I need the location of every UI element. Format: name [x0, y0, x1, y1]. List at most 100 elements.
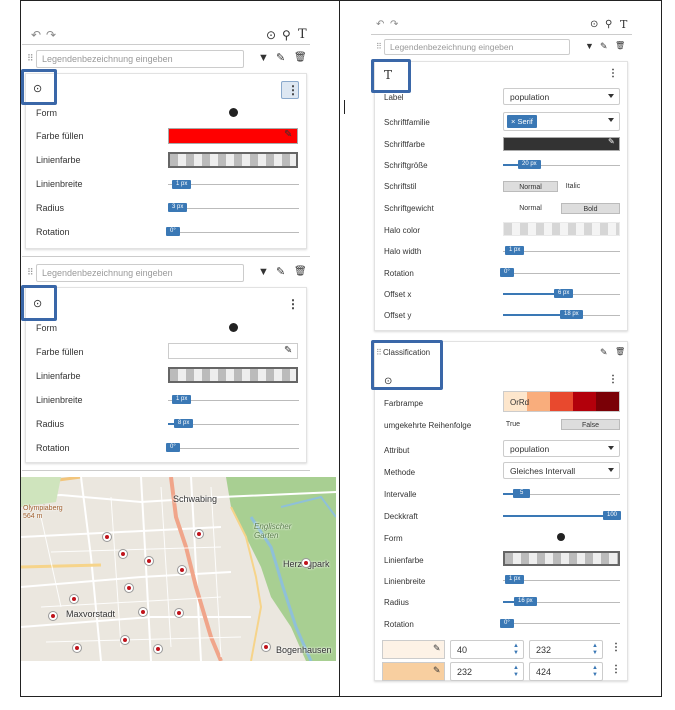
font-weight-bold[interactable]: Bold: [561, 203, 620, 214]
kebab-icon[interactable]: ⋮: [611, 665, 621, 675]
map-marker[interactable]: [118, 549, 128, 559]
drag-handle-icon[interactable]: ⠿: [27, 54, 34, 63]
text-style-icon[interactable]: T: [384, 69, 392, 81]
map-marker[interactable]: [102, 532, 112, 542]
map-marker[interactable]: [194, 529, 204, 539]
map-marker[interactable]: [177, 565, 187, 575]
font-weight-toggle[interactable]: Normal Bold: [503, 203, 620, 214]
point-layer-icon[interactable]: ⊙: [590, 20, 598, 30]
text-layer-icon[interactable]: T: [298, 28, 307, 41]
stepper-icon[interactable]: ▲ ▼: [513, 665, 519, 679]
class-to-input[interactable]: 424 ▲ ▼: [529, 662, 603, 681]
trash-icon[interactable]: 🗑: [615, 348, 625, 356]
trash-icon[interactable]: 🗑: [294, 267, 307, 277]
stroke-color-swatch[interactable]: [168, 152, 298, 168]
map-marker[interactable]: [301, 558, 311, 568]
label-select[interactable]: population: [503, 88, 620, 105]
point-style-icon[interactable]: ⊙: [33, 299, 42, 310]
method-select[interactable]: Gleiches Intervall: [503, 462, 620, 479]
kebab-icon[interactable]: ⋮: [608, 69, 618, 79]
trash-icon[interactable]: 🗑: [615, 42, 625, 50]
radius-value[interactable]: 3 px: [168, 203, 188, 212]
stroke-width-value[interactable]: 1 px: [172, 180, 192, 189]
font-style-italic[interactable]: Italic: [558, 181, 588, 192]
font-family-select[interactable]: × Serif: [503, 112, 620, 131]
map-marker[interactable]: [69, 594, 79, 604]
offset-x-value[interactable]: 6 px: [554, 289, 574, 298]
radius-value[interactable]: 8 px: [174, 419, 194, 428]
drag-handle-icon[interactable]: ⠿: [376, 43, 382, 51]
map-marker[interactable]: [124, 583, 134, 593]
halo-width-value[interactable]: 1 px: [505, 246, 525, 255]
circle-shape[interactable]: [229, 323, 238, 332]
map-marker[interactable]: [138, 607, 148, 617]
class-to-input[interactable]: 232 ▲ ▼: [529, 640, 603, 659]
kebab-icon[interactable]: ⋮: [287, 298, 299, 310]
reverse-false[interactable]: False: [561, 419, 620, 430]
offset-y-value[interactable]: 18 px: [560, 310, 583, 319]
stroke-width-value[interactable]: 1 px: [505, 575, 525, 584]
rotation-value[interactable]: 0°: [500, 619, 514, 628]
font-color-swatch[interactable]: [503, 137, 620, 151]
edit-icon[interactable]: ✎: [276, 267, 285, 278]
legend-input[interactable]: Legendenbezeichnung eingeben: [36, 50, 244, 68]
radius-value[interactable]: 16 px: [514, 597, 537, 606]
font-size-value[interactable]: 20 px: [518, 160, 541, 169]
circle-shape[interactable]: [557, 533, 565, 541]
kebab-icon[interactable]: ⋮: [608, 375, 618, 385]
pipette-icon[interactable]: ✎: [284, 130, 292, 140]
map-marker[interactable]: [48, 611, 58, 621]
rotation-slider[interactable]: [168, 448, 299, 449]
halo-color-swatch[interactable]: [503, 222, 620, 236]
stroke-color-swatch[interactable]: [168, 367, 298, 383]
kebab-icon[interactable]: ⋮: [611, 643, 621, 653]
map-marker[interactable]: [144, 556, 154, 566]
class-from-input[interactable]: 40 ▲ ▼: [450, 640, 524, 659]
radius-slider[interactable]: [168, 208, 299, 209]
undo-icon[interactable]: ↶: [31, 29, 41, 41]
stepper-icon[interactable]: ▲ ▼: [592, 665, 598, 679]
legend-input[interactable]: Legendenbezeichnung eingeben: [384, 39, 570, 55]
pin-layer-icon[interactable]: ⚲: [605, 20, 612, 30]
font-weight-normal[interactable]: Normal: [503, 203, 558, 214]
intervals-value[interactable]: 5: [513, 489, 531, 498]
edit-icon[interactable]: ✎: [600, 42, 608, 51]
stroke-color-swatch[interactable]: [503, 551, 620, 566]
point-style-icon[interactable]: ⊙: [33, 84, 42, 95]
opacity-value[interactable]: 100: [603, 511, 622, 520]
fill-color-swatch[interactable]: [168, 343, 298, 359]
trash-icon[interactable]: 🗑: [294, 53, 307, 63]
reverse-order-toggle[interactable]: True False: [503, 419, 620, 430]
point-layer-icon[interactable]: ⊙: [266, 29, 276, 41]
pin-layer-icon[interactable]: ⚲: [282, 29, 291, 41]
attribute-select[interactable]: population: [503, 440, 620, 457]
stroke-width-value[interactable]: 1 px: [172, 395, 192, 404]
rotation-slider[interactable]: [503, 623, 620, 624]
filter-icon[interactable]: ▼: [258, 267, 269, 278]
stepper-icon[interactable]: ▲ ▼: [513, 643, 519, 657]
rotation-value[interactable]: 0°: [166, 443, 180, 452]
redo-icon[interactable]: ↷: [46, 29, 56, 41]
font-style-toggle[interactable]: Normal Italic: [503, 181, 620, 192]
edit-icon[interactable]: ✎: [600, 348, 608, 357]
drag-handle-icon[interactable]: ⠿: [27, 268, 34, 277]
pipette-icon[interactable]: ✎: [433, 666, 441, 675]
map-marker[interactable]: [174, 608, 184, 618]
class-from-input[interactable]: 232 ▲ ▼: [450, 662, 524, 681]
map-marker[interactable]: [153, 644, 163, 654]
rotation-value[interactable]: 0°: [166, 227, 180, 236]
map-marker[interactable]: [261, 642, 271, 652]
filter-icon[interactable]: ▼: [585, 42, 594, 51]
reverse-true[interactable]: True: [503, 419, 523, 430]
opacity-slider[interactable]: [503, 515, 611, 517]
pipette-icon[interactable]: ✎: [433, 644, 441, 653]
circle-shape[interactable]: [229, 108, 238, 117]
filter-icon[interactable]: ▼: [258, 53, 269, 64]
text-rotation-value[interactable]: 0°: [500, 268, 514, 277]
fill-color-swatch[interactable]: [168, 128, 298, 144]
font-family-chip[interactable]: × Serif: [507, 115, 537, 128]
text-layer-icon[interactable]: T: [620, 19, 627, 30]
pipette-icon[interactable]: ✎: [608, 138, 615, 146]
font-style-normal[interactable]: Normal: [503, 181, 558, 192]
map-marker[interactable]: [72, 643, 82, 653]
